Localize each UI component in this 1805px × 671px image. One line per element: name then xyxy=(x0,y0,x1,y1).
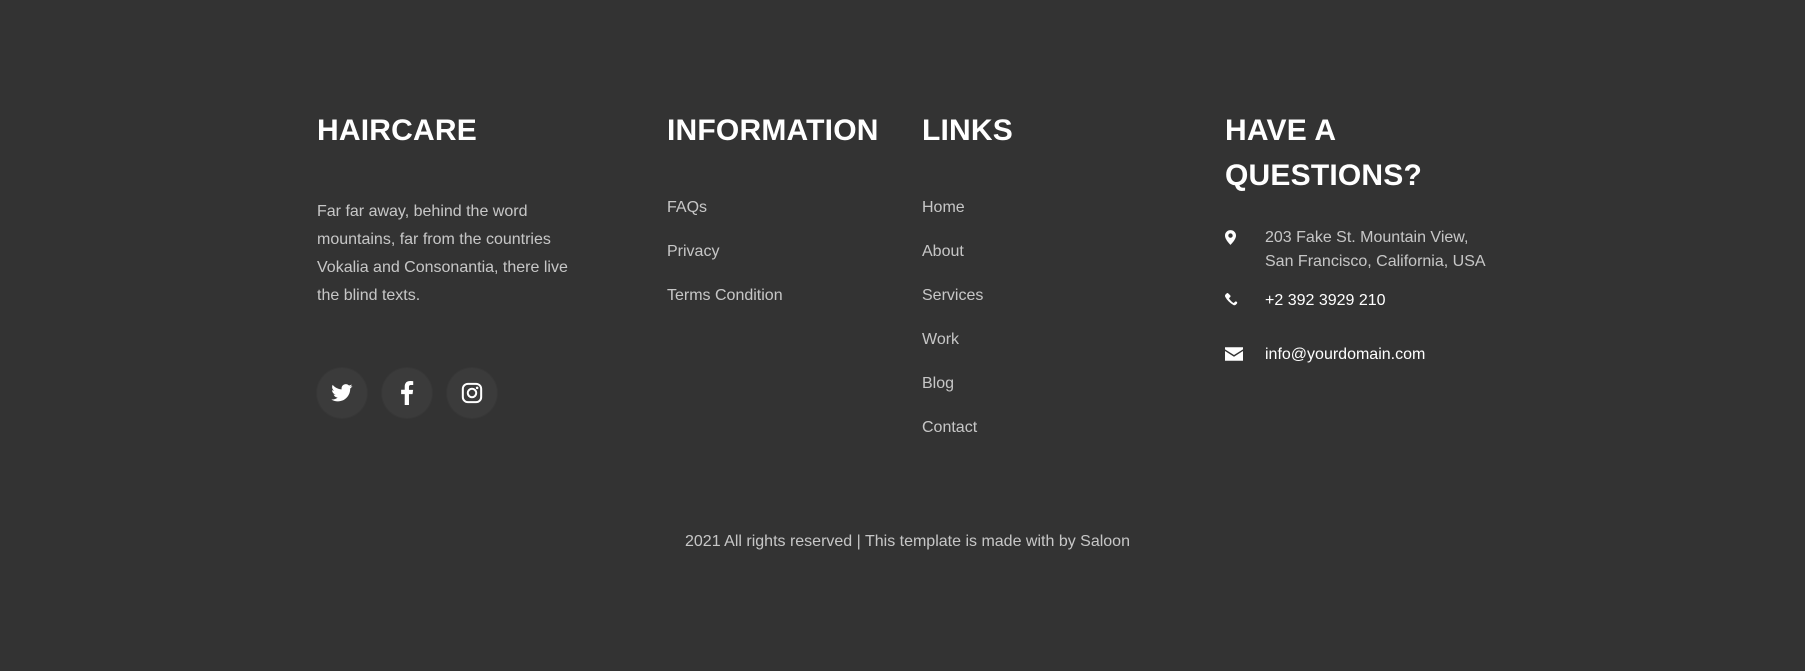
information-list: FAQs Privacy Terms Condition xyxy=(667,198,907,330)
contact-heading: HAVE A QUESTIONS? xyxy=(1225,108,1525,198)
terms-condition-link[interactable]: Terms Condition xyxy=(667,287,783,304)
contact-heading-line2: QUESTIONS? xyxy=(1225,159,1423,192)
envelope-icon xyxy=(1225,343,1265,361)
list-item: FAQs xyxy=(667,198,907,242)
information-column: INFORMATION FAQs Privacy Terms Condition xyxy=(667,108,907,330)
links-column: LINKS Home About Services Work Blog Cont… xyxy=(922,108,1142,462)
instagram-icon xyxy=(461,382,483,404)
map-marker-icon xyxy=(1225,226,1265,245)
list-item: Privacy xyxy=(667,242,907,286)
twitter-icon xyxy=(331,384,353,402)
facebook-icon xyxy=(401,381,414,405)
twitter-button[interactable] xyxy=(317,368,367,418)
contact-heading-line1: HAVE A xyxy=(1225,114,1337,147)
list-item: Terms Condition xyxy=(667,286,907,330)
phone-number[interactable]: +2 392 3929 210 xyxy=(1265,289,1386,313)
contact-column: HAVE A QUESTIONS? 203 Fake St. Mountain … xyxy=(1225,108,1525,367)
instagram-button[interactable] xyxy=(447,368,497,418)
list-item: Services xyxy=(922,286,1142,330)
about-link[interactable]: About xyxy=(922,243,964,260)
address-item: 203 Fake St. Mountain View, San Francisc… xyxy=(1225,226,1525,274)
blog-link[interactable]: Blog xyxy=(922,375,954,392)
contact-list: 203 Fake St. Mountain View, San Francisc… xyxy=(1225,226,1525,367)
privacy-link[interactable]: Privacy xyxy=(667,243,719,260)
list-item: About xyxy=(922,242,1142,286)
site-footer: HAIRCARE Far far away, behind the word m… xyxy=(0,0,1805,671)
copyright-text: 2021 All rights reserved | This template… xyxy=(685,533,1130,550)
list-item: Home xyxy=(922,198,1142,242)
list-item: Contact xyxy=(922,418,1142,462)
address-line1: 203 Fake St. Mountain View, xyxy=(1265,229,1469,246)
information-heading: INFORMATION xyxy=(667,114,879,147)
phone-icon xyxy=(1225,289,1265,307)
services-link[interactable]: Services xyxy=(922,287,983,304)
contact-link[interactable]: Contact xyxy=(922,419,977,436)
work-link[interactable]: Work xyxy=(922,331,959,348)
list-item: Work xyxy=(922,330,1142,374)
links-heading: LINKS xyxy=(922,114,1013,147)
links-list: Home About Services Work Blog Contact xyxy=(922,198,1142,462)
about-column: HAIRCARE Far far away, behind the word m… xyxy=(317,108,587,310)
social-links xyxy=(317,368,497,418)
email-item[interactable]: info@yourdomain.com xyxy=(1225,343,1525,367)
list-item: Blog xyxy=(922,374,1142,418)
home-link[interactable]: Home xyxy=(922,199,965,216)
address-line2: San Francisco, California, USA xyxy=(1265,253,1486,270)
facebook-button[interactable] xyxy=(382,368,432,418)
email-address[interactable]: info@yourdomain.com xyxy=(1265,343,1425,367)
address-text: 203 Fake St. Mountain View, San Francisc… xyxy=(1265,226,1486,274)
about-text: Far far away, behind the word mountains,… xyxy=(317,203,568,304)
about-heading: HAIRCARE xyxy=(317,114,477,147)
phone-item[interactable]: +2 392 3929 210 xyxy=(1225,289,1525,313)
faqs-link[interactable]: FAQs xyxy=(667,199,707,216)
